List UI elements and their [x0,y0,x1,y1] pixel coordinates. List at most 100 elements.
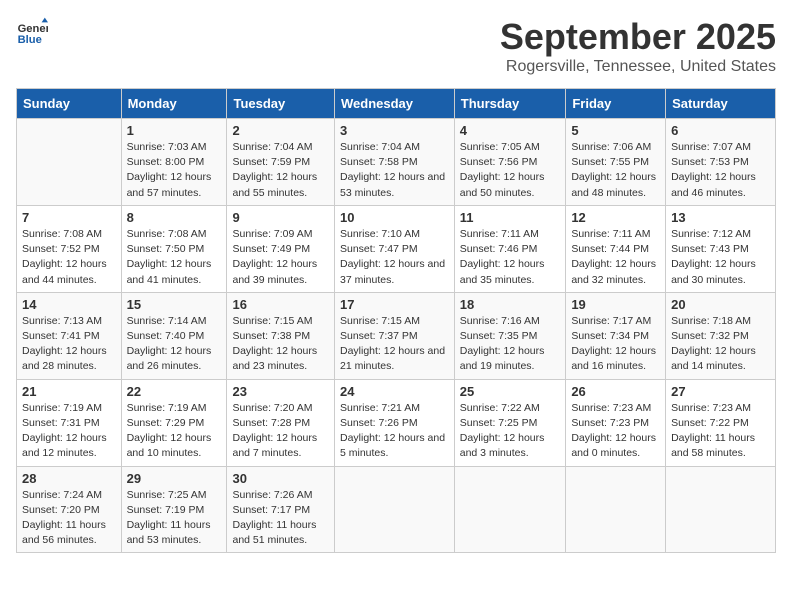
calendar-cell: 11Sunrise: 7:11 AMSunset: 7:46 PMDayligh… [454,205,566,292]
cell-content: Sunrise: 7:10 AMSunset: 7:47 PMDaylight:… [340,227,449,288]
cell-content: Sunrise: 7:07 AMSunset: 7:53 PMDaylight:… [671,140,770,201]
day-number: 12 [571,210,660,225]
calendar-cell: 24 Sunrise: 7:21 AMSunset: 7:26 PMDayligh… [334,379,454,466]
day-number: 3 [340,123,449,138]
day-header-sunday: Sunday [17,89,122,119]
logo: General Blue [16,16,48,48]
main-title: September 2025 [500,16,776,58]
calendar-cell [454,466,566,553]
title-block: September 2025 Rogersville, Tennessee, U… [500,16,776,76]
calendar-cell: 8Sunrise: 7:08 AMSunset: 7:50 PMDaylight… [121,205,227,292]
week-row-5: 28Sunrise: 7:24 AMSunset: 7:20 PMDayligh… [17,466,776,553]
cell-content: Sunrise: 7:08 AMSunset: 7:52 PMDaylight:… [22,227,116,288]
cell-content: Sunrise: 7:21 AMSunset: 7:26 PMDaylight:… [340,401,449,462]
svg-text:Blue: Blue [18,34,42,46]
day-number: 19 [571,297,660,312]
cell-content: Sunrise: 7:04 AMSunset: 7:59 PMDaylight:… [232,140,329,201]
day-number: 24 [340,384,449,399]
day-number: 10 [340,210,449,225]
cell-content: Sunrise: 7:19 AMSunset: 7:29 PMDaylight:… [127,401,222,462]
calendar-cell: 14Sunrise: 7:13 AMSunset: 7:41 PMDayligh… [17,292,122,379]
cell-content: Sunrise: 7:20 AMSunset: 7:28 PMDaylight:… [232,401,329,462]
day-number: 15 [127,297,222,312]
cell-content: Sunrise: 7:16 AMSunset: 7:35 PMDaylight:… [460,314,561,375]
day-header-tuesday: Tuesday [227,89,335,119]
calendar-cell: 26 Sunrise: 7:23 AMSunset: 7:23 PMDayligh… [566,379,666,466]
cell-content: Sunrise: 7:17 AMSunset: 7:34 PMDaylight:… [571,314,660,375]
day-number: 21 [22,384,116,399]
calendar-cell: 28Sunrise: 7:24 AMSunset: 7:20 PMDayligh… [17,466,122,553]
day-number: 18 [460,297,561,312]
calendar-cell: 1 Sunrise: 7:03 AMSunset: 8:00 PMDaylight… [121,119,227,206]
calendar-cell: 25 Sunrise: 7:22 AMSunset: 7:25 PMDayligh… [454,379,566,466]
header-row: SundayMondayTuesdayWednesdayThursdayFrid… [17,89,776,119]
calendar-cell [334,466,454,553]
calendar-cell [666,466,776,553]
cell-content: Sunrise: 7:12 AMSunset: 7:43 PMDaylight:… [671,227,770,288]
day-number: 17 [340,297,449,312]
day-number: 8 [127,210,222,225]
calendar-cell: 4Sunrise: 7:05 AMSunset: 7:56 PMDaylight… [454,119,566,206]
calendar-cell: 15 Sunrise: 7:14 AMSunset: 7:40 PMDayligh… [121,292,227,379]
cell-content: Sunrise: 7:25 AMSunset: 7:19 PMDaylight:… [127,488,222,549]
day-number: 27 [671,384,770,399]
calendar-cell [17,119,122,206]
calendar-cell: 10 Sunrise: 7:10 AMSunset: 7:47 PMDayligh… [334,205,454,292]
header: General Blue September 2025 Rogersville,… [16,16,776,76]
calendar-cell: 23 Sunrise: 7:20 AMSunset: 7:28 PMDayligh… [227,379,335,466]
calendar-cell: 21 Sunrise: 7:19 AMSunset: 7:31 PMDayligh… [17,379,122,466]
day-number: 23 [232,384,329,399]
calendar-cell [566,466,666,553]
cell-content: Sunrise: 7:26 AMSunset: 7:17 PMDaylight:… [232,488,329,549]
cell-content: Sunrise: 7:11 AMSunset: 7:46 PMDaylight:… [460,227,561,288]
calendar-cell: 30 Sunrise: 7:26 AMSunset: 7:17 PMDayligh… [227,466,335,553]
day-number: 14 [22,297,116,312]
subtitle: Rogersville, Tennessee, United States [500,58,776,76]
cell-content: Sunrise: 7:19 AMSunset: 7:31 PMDaylight:… [22,401,116,462]
svg-text:General: General [18,23,48,35]
day-number: 25 [460,384,561,399]
day-number: 7 [22,210,116,225]
cell-content: Sunrise: 7:23 AMSunset: 7:23 PMDaylight:… [571,401,660,462]
calendar-cell: 27 Sunrise: 7:23 AMSunset: 7:22 PMDayligh… [666,379,776,466]
cell-content: Sunrise: 7:14 AMSunset: 7:40 PMDaylight:… [127,314,222,375]
day-number: 20 [671,297,770,312]
calendar-body: 1 Sunrise: 7:03 AMSunset: 8:00 PMDaylight… [17,119,776,553]
cell-content: Sunrise: 7:03 AMSunset: 8:00 PMDaylight:… [127,140,222,201]
day-number: 22 [127,384,222,399]
calendar-cell: 7 Sunrise: 7:08 AMSunset: 7:52 PMDaylight… [17,205,122,292]
calendar-cell: 3Sunrise: 7:04 AMSunset: 7:58 PMDaylight… [334,119,454,206]
day-number: 4 [460,123,561,138]
day-number: 26 [571,384,660,399]
day-number: 30 [232,471,329,486]
calendar-cell: 29Sunrise: 7:25 AMSunset: 7:19 PMDayligh… [121,466,227,553]
calendar-cell: 6 Sunrise: 7:07 AMSunset: 7:53 PMDaylight… [666,119,776,206]
logo-icon: General Blue [16,16,48,48]
calendar-header: SundayMondayTuesdayWednesdayThursdayFrid… [17,89,776,119]
calendar-cell: 20Sunrise: 7:18 AMSunset: 7:32 PMDayligh… [666,292,776,379]
day-number: 16 [232,297,329,312]
calendar-cell: 17 Sunrise: 7:15 AMSunset: 7:37 PMDayligh… [334,292,454,379]
week-row-4: 21 Sunrise: 7:19 AMSunset: 7:31 PMDayligh… [17,379,776,466]
day-header-thursday: Thursday [454,89,566,119]
week-row-3: 14Sunrise: 7:13 AMSunset: 7:41 PMDayligh… [17,292,776,379]
cell-content: Sunrise: 7:06 AMSunset: 7:55 PMDaylight:… [571,140,660,201]
calendar-cell: 18 Sunrise: 7:16 AMSunset: 7:35 PMDayligh… [454,292,566,379]
cell-content: Sunrise: 7:15 AMSunset: 7:37 PMDaylight:… [340,314,449,375]
cell-content: Sunrise: 7:22 AMSunset: 7:25 PMDaylight:… [460,401,561,462]
cell-content: Sunrise: 7:23 AMSunset: 7:22 PMDaylight:… [671,401,770,462]
day-number: 28 [22,471,116,486]
day-header-wednesday: Wednesday [334,89,454,119]
week-row-2: 7 Sunrise: 7:08 AMSunset: 7:52 PMDaylight… [17,205,776,292]
day-header-monday: Monday [121,89,227,119]
week-row-1: 1 Sunrise: 7:03 AMSunset: 8:00 PMDaylight… [17,119,776,206]
cell-content: Sunrise: 7:11 AMSunset: 7:44 PMDaylight:… [571,227,660,288]
cell-content: Sunrise: 7:09 AMSunset: 7:49 PMDaylight:… [232,227,329,288]
calendar-cell: 12 Sunrise: 7:11 AMSunset: 7:44 PMDayligh… [566,205,666,292]
day-number: 1 [127,123,222,138]
calendar-cell: 13 Sunrise: 7:12 AMSunset: 7:43 PMDayligh… [666,205,776,292]
day-header-friday: Friday [566,89,666,119]
day-number: 6 [671,123,770,138]
calendar-cell: 5Sunrise: 7:06 AMSunset: 7:55 PMDaylight… [566,119,666,206]
day-number: 13 [671,210,770,225]
